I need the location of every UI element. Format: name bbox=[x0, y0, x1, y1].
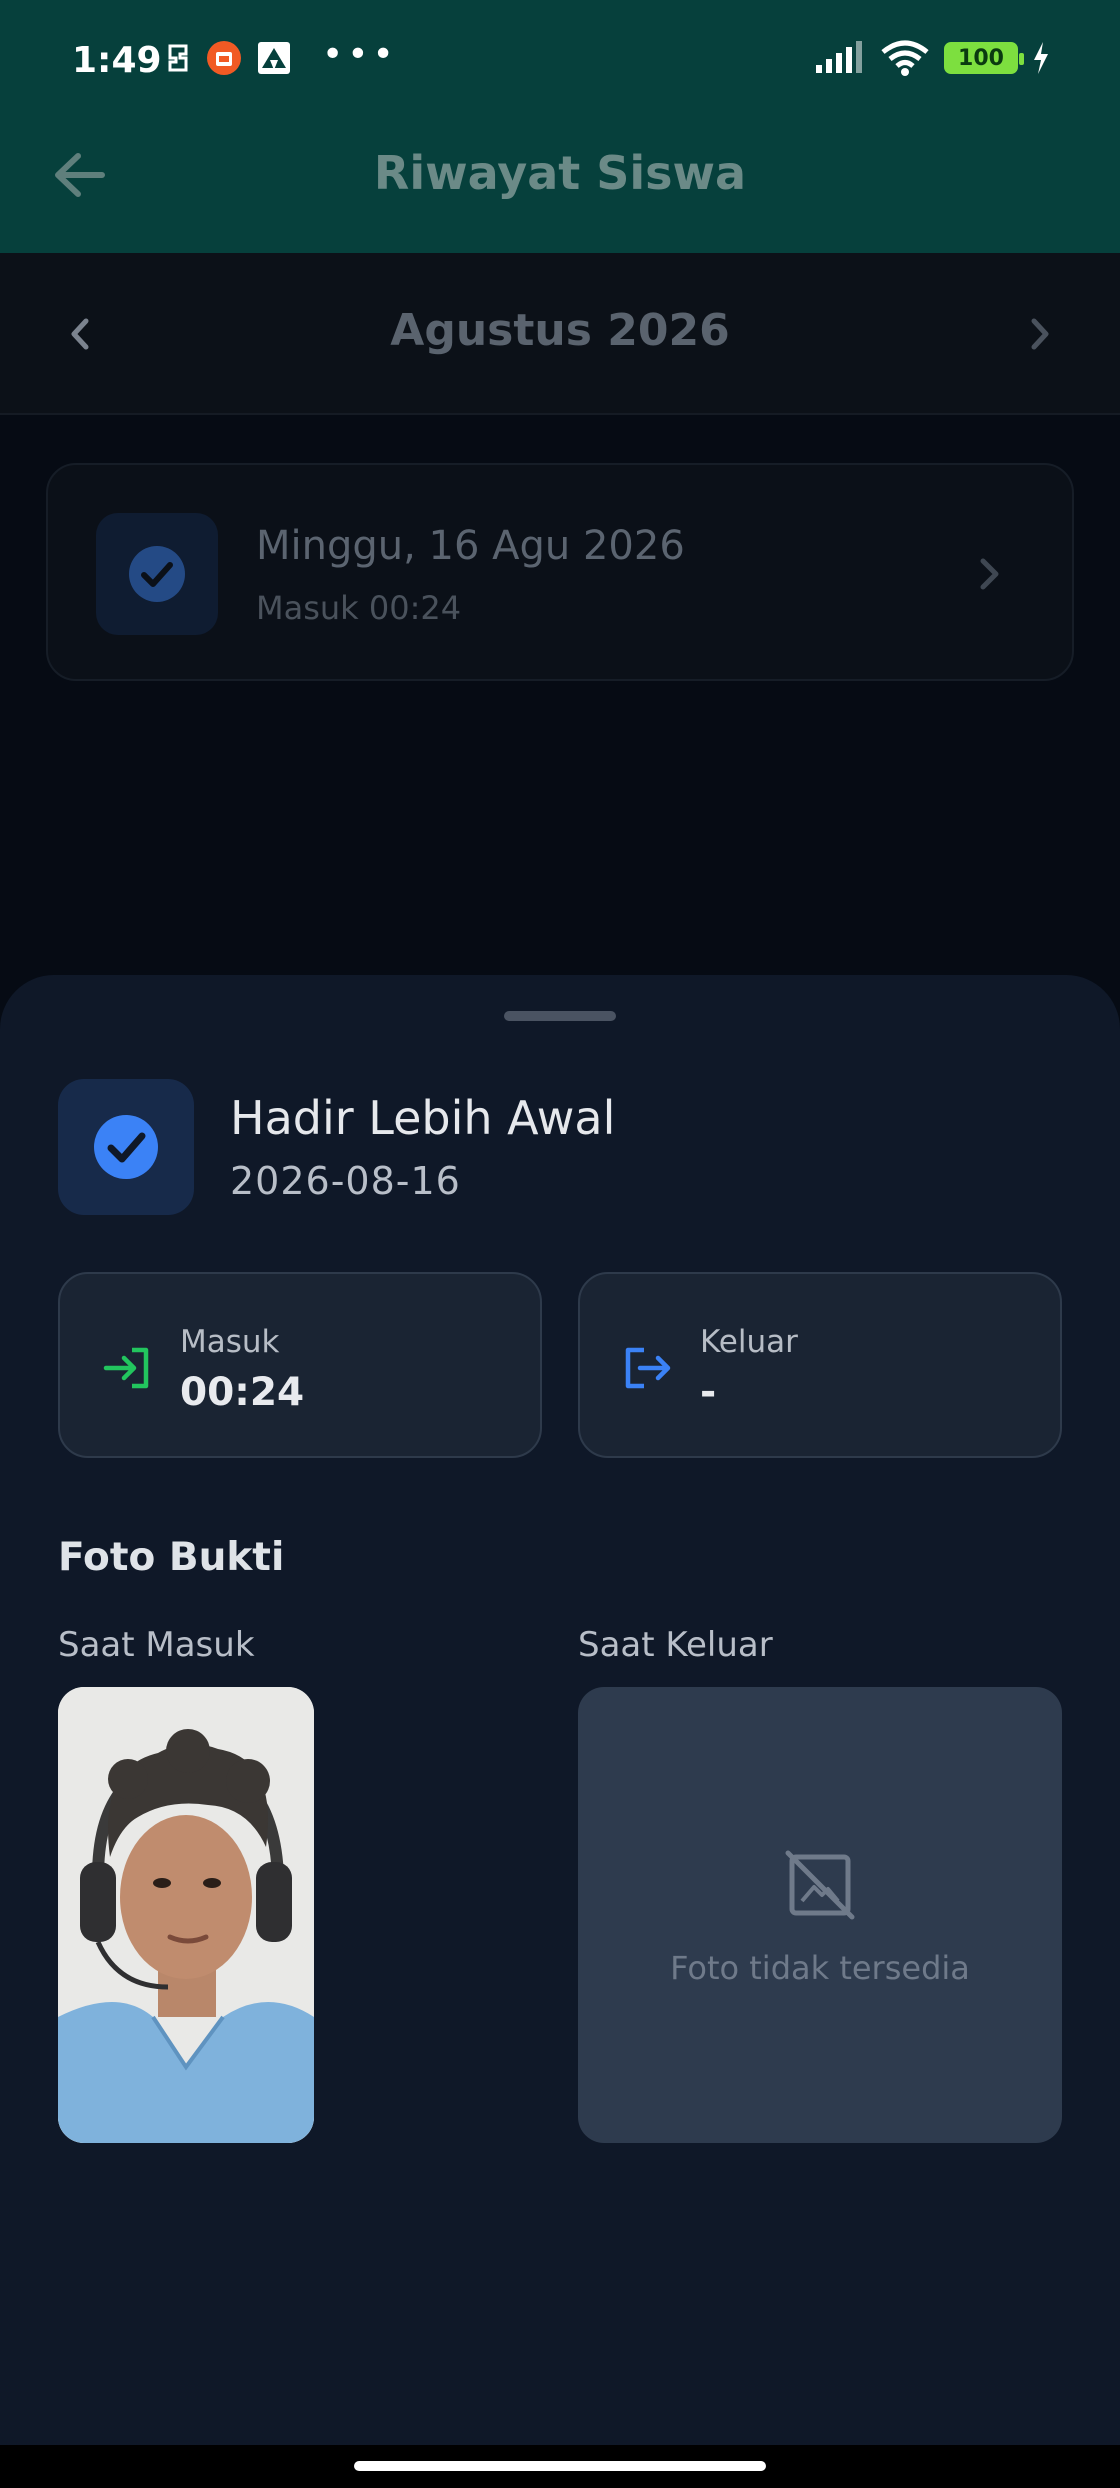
history-item[interactable]: Minggu, 16 Agu 2026 Masuk 00:24 bbox=[46, 463, 1074, 681]
check-out-card: Keluar - bbox=[578, 1272, 1062, 1458]
app-bar: 1:49 ••• 100 Riwayat Siswa bbox=[0, 0, 1120, 253]
check-in-time: 00:24 bbox=[180, 1370, 305, 1415]
signal-icon bbox=[816, 41, 862, 73]
month-label: Agustus 2026 bbox=[390, 305, 730, 356]
charging-icon bbox=[1034, 42, 1048, 74]
wifi-icon bbox=[881, 40, 929, 76]
app-notification-icon bbox=[258, 42, 290, 74]
history-status-badge bbox=[96, 513, 218, 635]
login-icon bbox=[103, 1347, 149, 1389]
status-badge bbox=[58, 1079, 194, 1215]
more-notifications-icon: ••• bbox=[322, 34, 398, 75]
history-list: Minggu, 16 Agu 2026 Masuk 00:24 bbox=[0, 415, 1120, 975]
check-in-label: Masuk bbox=[180, 1324, 280, 1360]
photo-out-label: Saat Keluar bbox=[578, 1625, 773, 1665]
battery-icon: 100 bbox=[944, 42, 1024, 74]
system-navigation-bar bbox=[0, 2445, 1120, 2488]
home-gesture-bar[interactable] bbox=[354, 2461, 766, 2471]
check-in-card: Masuk 00:24 bbox=[58, 1272, 542, 1458]
check-out-photo-placeholder: Foto tidak tersedia bbox=[578, 1687, 1062, 2143]
image-not-supported-icon bbox=[785, 1850, 855, 1920]
photos-section-title: Foto Bukti bbox=[58, 1535, 285, 1580]
attendance-date: 2026-08-16 bbox=[230, 1159, 461, 1203]
check-out-label: Keluar bbox=[700, 1324, 798, 1360]
page-title: Riwayat Siswa bbox=[373, 146, 747, 200]
logout-icon bbox=[625, 1347, 671, 1389]
selfie-photo bbox=[58, 1687, 314, 2143]
history-item-date: Minggu, 16 Agu 2026 bbox=[256, 523, 685, 569]
history-item-time: Masuk 00:24 bbox=[256, 589, 462, 627]
check-circle-icon bbox=[94, 1115, 158, 1179]
chevron-right-icon bbox=[980, 558, 999, 590]
check-in-photo[interactable] bbox=[58, 1687, 314, 2143]
battery-level: 100 bbox=[958, 45, 1004, 71]
next-month-button[interactable] bbox=[1014, 309, 1064, 359]
screen-record-icon bbox=[168, 44, 188, 72]
check-circle-icon bbox=[129, 546, 185, 602]
attendance-status: Hadir Lebih Awal bbox=[230, 1091, 616, 1145]
status-time: 1:49 bbox=[72, 40, 162, 81]
shopee-icon bbox=[207, 41, 241, 75]
sheet-drag-handle[interactable] bbox=[504, 1011, 616, 1021]
photo-unavailable-text: Foto tidak tersedia bbox=[670, 1949, 970, 1987]
month-navigator: Agustus 2026 bbox=[0, 253, 1120, 415]
check-out-time: - bbox=[700, 1370, 717, 1415]
photo-in-label: Saat Masuk bbox=[58, 1625, 255, 1665]
detail-bottom-sheet: Hadir Lebih Awal 2026-08-16 Masuk 00:24 … bbox=[0, 975, 1120, 2445]
